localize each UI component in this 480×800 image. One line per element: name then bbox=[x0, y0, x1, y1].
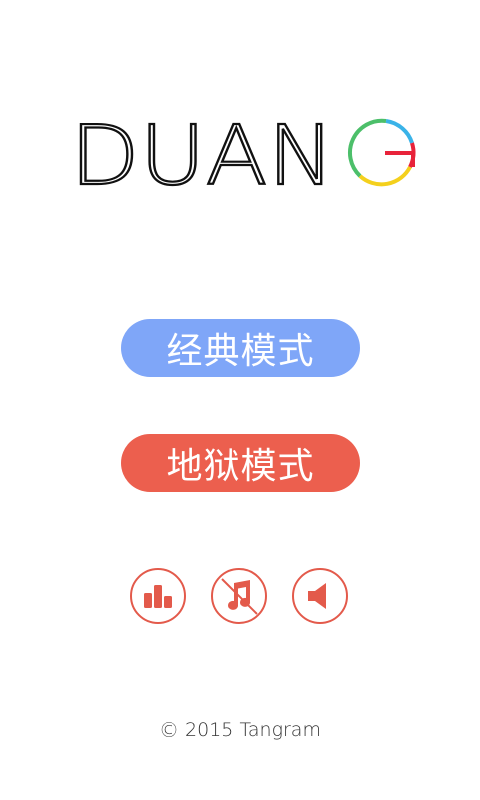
leaderboard-button[interactable] bbox=[130, 568, 186, 624]
title-letters: DUAN bbox=[70, 110, 335, 200]
hell-mode-label: 地狱模式 bbox=[166, 446, 315, 487]
copyright-symbol: © bbox=[159, 718, 180, 742]
music-off-icon bbox=[221, 578, 258, 615]
game-title-logo: DUAN bbox=[70, 110, 420, 200]
copyright-text: 2015 Tangram bbox=[185, 719, 321, 741]
rank-bars-icon bbox=[144, 585, 172, 608]
sound-toggle-button[interactable] bbox=[292, 568, 348, 624]
copyright-footer: © 2015 Tangram bbox=[0, 716, 480, 744]
classic-mode-label: 经典模式 bbox=[166, 331, 315, 372]
hell-mode-button[interactable]: 地狱模式 bbox=[121, 434, 360, 492]
speaker-icon bbox=[308, 583, 326, 609]
title-svg: DUAN bbox=[70, 110, 416, 200]
title-colored-g bbox=[347, 118, 416, 187]
music-toggle-button[interactable] bbox=[211, 568, 267, 624]
classic-mode-button[interactable]: 经典模式 bbox=[121, 319, 360, 377]
